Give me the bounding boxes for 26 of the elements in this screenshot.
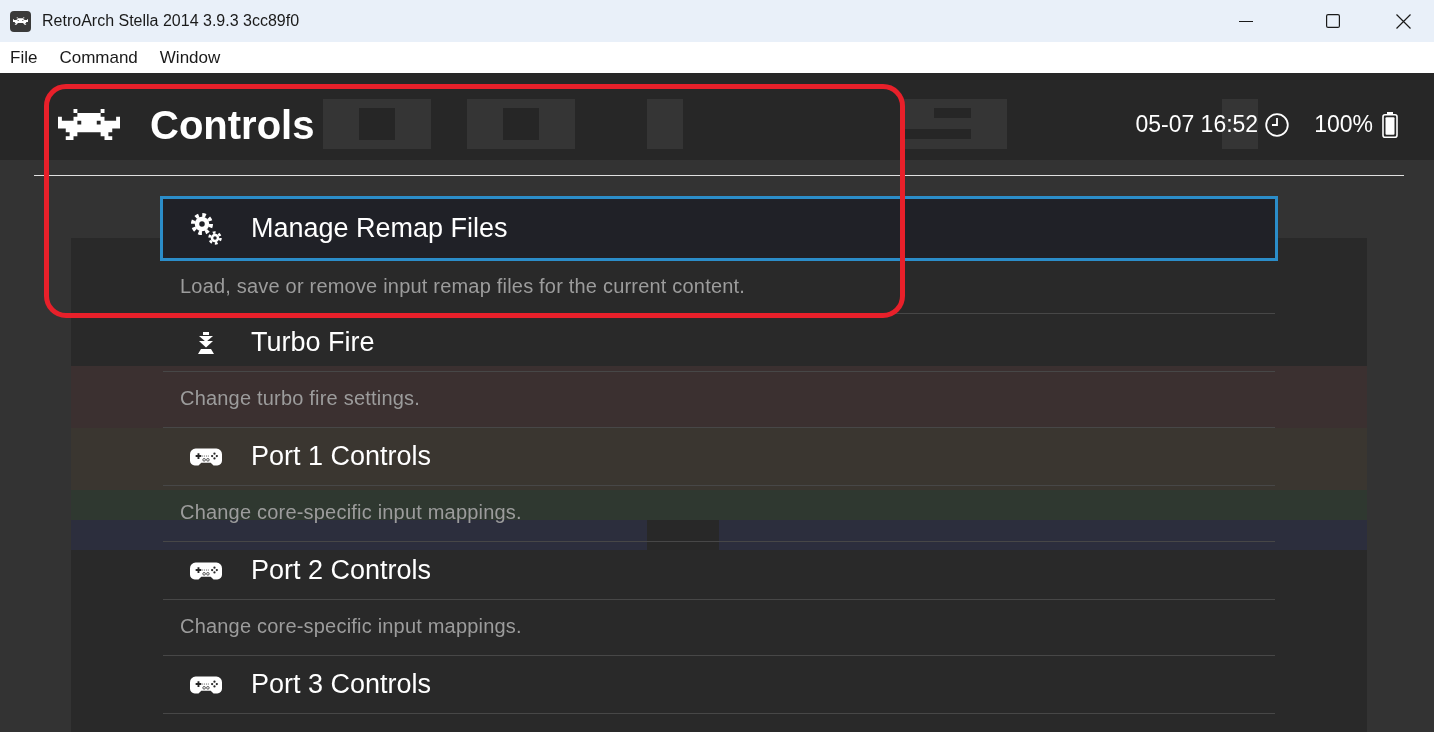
- menu-entry[interactable]: Turbo Fire: [160, 314, 1278, 371]
- menu-entry[interactable]: Port 3 Controls: [160, 656, 1278, 713]
- entry-description: Change core-specific input mappings.: [180, 500, 522, 525]
- minimize-icon: [1239, 20, 1253, 22]
- battery-icon: [1382, 111, 1398, 138]
- menu-title: Controls: [150, 101, 315, 149]
- app-icon: [10, 10, 31, 32]
- window-title: RetroArch Stella 2014 3.9.3 3cc89f0: [42, 11, 300, 31]
- invader-logo-icon: [58, 109, 120, 140]
- menu-entry[interactable]: Port 2 Controls: [160, 542, 1278, 599]
- menu-bar-item[interactable]: Window: [149, 42, 231, 73]
- arrow-down-to-base-icon: [198, 331, 214, 354]
- entry-description: Load, save or remove input remap files for the current content.: [180, 273, 746, 299]
- battery-percent: 100%: [1314, 110, 1373, 140]
- menu-bar-item[interactable]: File: [0, 42, 48, 73]
- menu-entry[interactable]: Manage Remap Files: [160, 196, 1278, 261]
- entry-description: Change turbo fire settings.: [180, 386, 420, 411]
- entry-description: Change core-specific input mappings.: [180, 614, 522, 639]
- gears-icon: [190, 212, 222, 245]
- clock-text: 05-07 16:52: [1135, 110, 1259, 140]
- maximize-icon: [1326, 14, 1340, 28]
- close-icon: [1395, 13, 1411, 29]
- sprite-block: [647, 520, 719, 550]
- clock-icon: [1265, 112, 1290, 137]
- menu-bar-item[interactable]: Command: [49, 42, 148, 73]
- menu-entry[interactable]: Port 1 Controls: [160, 428, 1278, 485]
